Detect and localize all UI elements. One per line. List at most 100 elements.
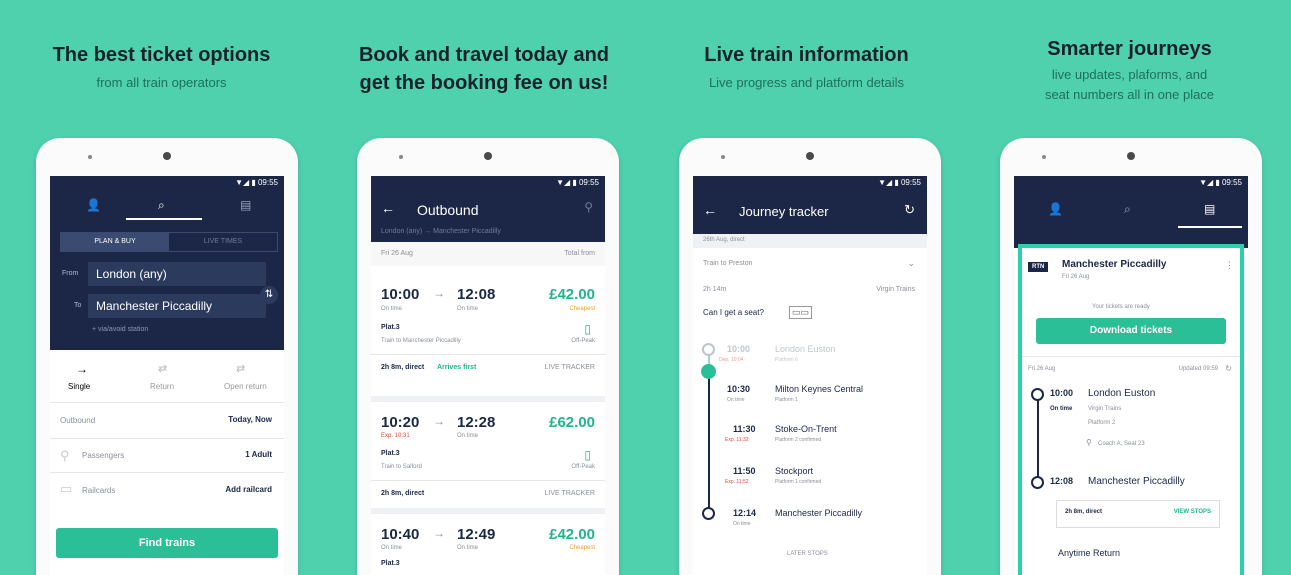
open-return-icon[interactable]: ⇄ [236, 362, 245, 375]
mode-return[interactable]: Return [150, 382, 174, 391]
arr-time: 12:28 [457, 414, 496, 431]
via-avoid-link[interactable]: + via/avoid station [92, 326, 148, 333]
platform: Plat.3 [381, 560, 400, 567]
destination-date: Fri 26 Aug [1062, 274, 1090, 280]
carriage-icon[interactable]: ▭▭ [789, 306, 813, 319]
panel-title: The best ticket options [52, 44, 271, 66]
screen-my-tickets: ▼◢ ▮ 09:55 👤 ⌕ ▤ RTN Manchester Piccadil… [1014, 176, 1248, 575]
more-options-icon[interactable]: ⋮ [1225, 260, 1234, 271]
camera [163, 152, 171, 160]
mode-open-return[interactable]: Open return [224, 382, 267, 391]
back-arrow-icon[interactable]: ← [703, 202, 717, 218]
mode-single[interactable]: Single [68, 382, 90, 391]
search-tab-icon[interactable]: ⌕ [1124, 202, 1131, 217]
view-stops-link[interactable]: VIEW STOPS [1174, 509, 1211, 515]
route-line [1037, 396, 1039, 482]
account-icon[interactable]: 👤 [1048, 202, 1063, 216]
return-icon[interactable]: ⇄ [158, 362, 167, 375]
divider [50, 472, 284, 473]
store-banner: The best ticket options from all train o… [0, 0, 1291, 575]
passengers-value[interactable]: 1 Adult [245, 450, 272, 459]
panel-title: Live train information [704, 44, 909, 66]
fare-name: Anytime Return [1058, 548, 1121, 558]
toggle-plan-buy[interactable]: PLAN & BUY [61, 233, 169, 251]
train-position-marker [701, 364, 716, 379]
results-date: Fri 26 Aug [381, 250, 413, 257]
seat-question[interactable]: Can I get a seat? [703, 308, 764, 317]
download-tickets-button[interactable]: Download tickets [1036, 318, 1226, 344]
coach-seat: Coach A, Seat 23 [1098, 441, 1145, 447]
arr-status: On time [457, 545, 479, 551]
result-card[interactable]: 10:00 On time → 12:08 On time £42.00 Che… [371, 272, 605, 402]
stop-time: 11:30 [733, 424, 756, 434]
ticket-operator: Virgin Trains [1088, 406, 1122, 412]
dep-status: Exp. 10:31 [381, 433, 410, 439]
live-tracker-link[interactable]: LIVE TRACKER [545, 490, 595, 497]
swap-icon[interactable]: ⇅ [260, 286, 278, 304]
dep-time: 10:40 [381, 526, 420, 543]
collapse-icon[interactable]: ⌄ [907, 258, 915, 269]
dep-status: On time [381, 306, 403, 312]
divider [1022, 356, 1240, 357]
pin-icon[interactable]: ⚲ [584, 200, 593, 214]
tickets-tab-icon[interactable]: ▤ [240, 198, 251, 212]
ticket-platform: Platform 2 [1088, 420, 1116, 426]
train-destination: Train to Salford [381, 464, 422, 470]
train-name: Train to Preston [703, 260, 753, 267]
fare-type: Off-Peak [571, 338, 595, 344]
divider [50, 402, 284, 403]
dep-time: 10:20 [381, 414, 420, 431]
refresh-icon[interactable]: ↻ [1225, 364, 1232, 373]
live-tracker-link[interactable]: LIVE TRACKER [545, 364, 595, 371]
find-trains-button[interactable]: Find trains [56, 528, 278, 558]
stop-expected: On time [733, 521, 751, 527]
return-badge: RTN [1028, 262, 1049, 272]
arrow-icon: → [433, 414, 445, 428]
account-icon[interactable]: 👤 [86, 198, 101, 212]
tracker-title: Journey tracker [739, 204, 829, 219]
refresh-icon[interactable]: ↻ [904, 202, 915, 218]
outbound-value[interactable]: Today, Now [228, 415, 272, 424]
ticket-card: RTN Manchester Piccadilly Fri 26 Aug ⋮ Y… [1018, 244, 1244, 575]
camera [1127, 152, 1135, 160]
outbound-header: ← Outbound ⚲ London (any) → Manchester P… [371, 190, 605, 242]
journey-date: Fri 26 Aug [1028, 366, 1056, 372]
camera [806, 152, 814, 160]
duration: 2h 8m, direct [381, 490, 425, 497]
to-field[interactable]: Manchester Piccadilly [88, 294, 266, 318]
route-subtitle: London (any) → Manchester Piccadilly [381, 228, 501, 235]
panel-subtitle-line1: live updates, plaforms, and [1051, 67, 1208, 82]
from-field[interactable]: London (any) [88, 262, 266, 286]
seat-icon: ⚲ [1086, 438, 1092, 447]
arrives-first-badge: Arrives first [437, 364, 477, 371]
stop-marker-destination [1031, 476, 1044, 489]
stop-time: 10:00 [727, 344, 751, 354]
search-tab-icon[interactable]: ⌕ [158, 198, 165, 213]
departure-status: On time [1050, 406, 1073, 412]
arrow-icon: → [433, 286, 445, 300]
result-card[interactable]: 10:40 On time → 12:49 On time £42.00 Che… [371, 514, 605, 575]
speaker [399, 155, 403, 159]
later-stops-link[interactable]: LATER STOPS [787, 551, 828, 557]
back-arrow-icon[interactable]: ← [381, 200, 395, 216]
tracker-header: ← Journey tracker ↻ [693, 190, 927, 234]
outbound-label: Outbound [60, 416, 96, 425]
stop-name: Stockport [775, 466, 814, 476]
updated-time: Updated 09:59 [1178, 366, 1218, 372]
result-card[interactable]: 10:20 Exp. 10:31 → 12:28 On time £62.00 … [371, 402, 605, 512]
search-header: 👤 ⌕ ▤ PLAN & BUY LIVE TIMES From London … [50, 190, 284, 350]
divider [371, 480, 605, 481]
tickets-tab-icon[interactable]: ▤ [1204, 202, 1215, 216]
phone-frame: ▼◢ ▮ 09:55 ← Outbound ⚲ London (any) → M… [357, 138, 619, 575]
single-icon[interactable]: → [76, 362, 88, 376]
from-label: From [62, 270, 79, 277]
journey-duration: 2h 14m [703, 286, 727, 293]
stop-platform: Platform 1 confirmed [775, 479, 822, 485]
status-bar: ▼◢ ▮ 09:55 [1014, 176, 1248, 190]
railcards-value[interactable]: Add railcard [225, 485, 272, 494]
speaker [88, 155, 92, 159]
arr-time: 12:08 [457, 286, 496, 303]
price: £42.00 [549, 286, 595, 303]
duration: 2h 8m, direct [381, 364, 425, 371]
toggle-live-times[interactable]: LIVE TIMES [169, 233, 277, 251]
